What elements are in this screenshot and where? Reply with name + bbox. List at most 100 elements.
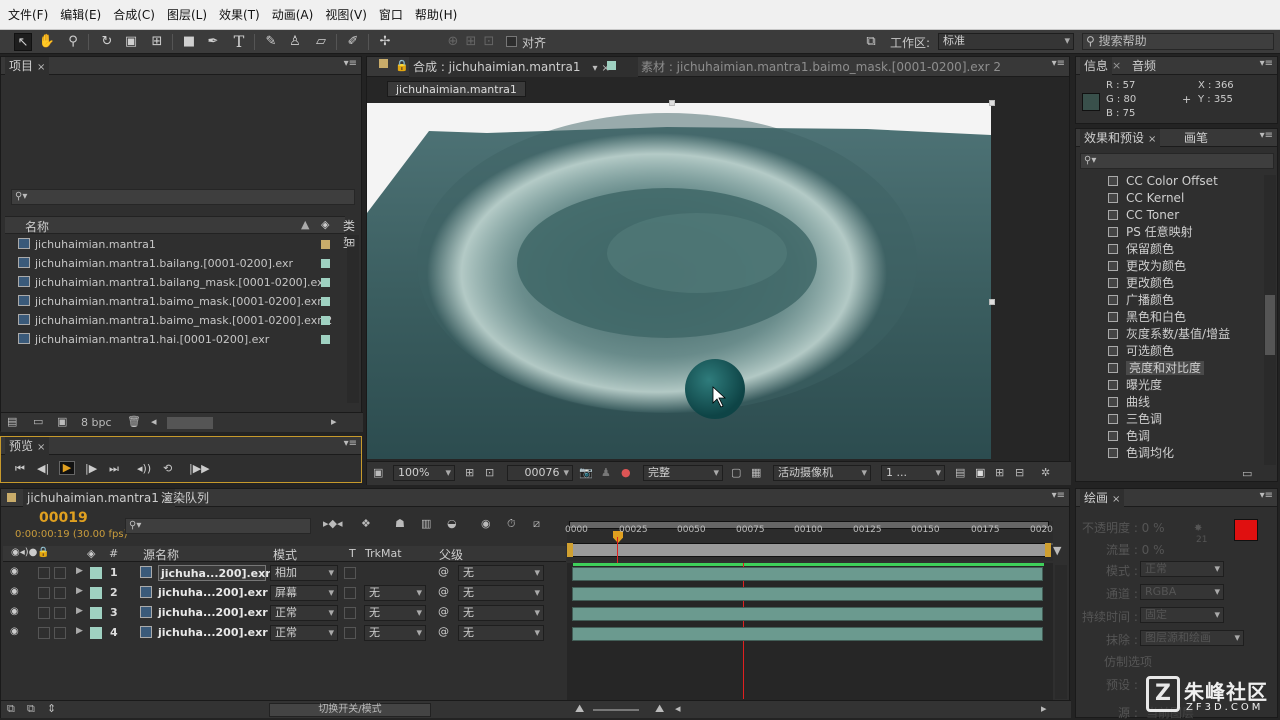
parent-select[interactable]: 无 xyxy=(458,565,544,581)
panel-menu-icon[interactable]: ▾≡ xyxy=(1260,490,1273,501)
panel-menu-icon[interactable]: ▾≡ xyxy=(1260,130,1273,141)
prev-frame-icon[interactable]: ◀| xyxy=(37,462,49,475)
label-color-swatch[interactable] xyxy=(321,335,330,344)
axis-view-icon[interactable]: ⊡ xyxy=(480,33,498,51)
flowchart-icon[interactable]: ⊟ xyxy=(1015,466,1024,479)
frame-blend-icon[interactable]: ▥ xyxy=(421,517,431,530)
menu-effect[interactable]: 效果(T) xyxy=(215,6,264,23)
trash-icon[interactable]: 🗑 xyxy=(127,415,141,428)
work-area-range[interactable] xyxy=(569,543,1049,557)
layer-name[interactable]: jichuha...200].exr xyxy=(158,605,268,621)
next-frame-icon[interactable]: |▶ xyxy=(85,462,97,475)
column-t[interactable]: T xyxy=(349,547,356,560)
audio-icon[interactable]: ◂)) xyxy=(137,462,151,475)
close-icon[interactable]: × xyxy=(1148,134,1156,145)
project-item[interactable]: jichuhaimian.mantra1.hai.[0001-0200].exr xyxy=(18,330,344,349)
column-trkmat[interactable]: TrkMat xyxy=(365,547,402,560)
layer-mode-select[interactable]: 相加 xyxy=(270,565,338,581)
snapshot-icon[interactable]: 📷 xyxy=(579,466,593,479)
scroll-left-icon[interactable]: ◂ xyxy=(675,702,681,715)
zoom-slider[interactable] xyxy=(593,709,639,711)
parent-select[interactable]: 无 xyxy=(458,585,544,601)
label-color-swatch[interactable] xyxy=(90,587,102,599)
comp-dropdown-icon[interactable]: ▾ xyxy=(593,63,598,74)
transparency-grid-icon[interactable]: ▦ xyxy=(751,466,761,479)
label-color-swatch[interactable] xyxy=(321,278,330,287)
panel-menu-icon[interactable]: ▾≡ xyxy=(344,438,357,449)
paint-channel-select[interactable]: RGBA xyxy=(1140,584,1224,600)
preserve-transparency-toggle[interactable] xyxy=(344,567,356,579)
pick-whip-icon[interactable]: @ xyxy=(438,625,449,638)
new-comp-icon[interactable]: ▣ xyxy=(57,415,67,428)
timecode-display[interactable]: 00019 xyxy=(39,510,88,526)
eraser-tool-icon[interactable]: ▱ xyxy=(312,33,330,51)
layer-name[interactable]: jichuha...200].exr xyxy=(158,585,268,601)
scroll-right-icon[interactable]: ▸ xyxy=(1041,702,1047,715)
puppet-tool-icon[interactable]: ✢ xyxy=(376,33,394,51)
layer-name[interactable]: jichuha...200].exr xyxy=(158,565,271,581)
eye-icon[interactable]: ◉ xyxy=(10,626,19,637)
label-color-swatch[interactable] xyxy=(321,240,330,249)
view-layout-select[interactable]: 1 ... xyxy=(881,465,945,481)
label-color-swatch[interactable] xyxy=(90,627,102,639)
text-tool-icon[interactable]: T xyxy=(230,33,248,51)
column-source-name[interactable]: 源名称 xyxy=(143,546,179,563)
tab-timeline-comp[interactable]: jichuhaimian.mantra1 × xyxy=(23,489,176,507)
scroll-thumb[interactable] xyxy=(1265,295,1275,355)
preserve-transparency-toggle[interactable] xyxy=(344,627,356,639)
effects-scrollbar[interactable] xyxy=(1264,175,1276,465)
graph-editor-icon[interactable]: ⧄ xyxy=(533,517,540,531)
layer-duration-bar[interactable] xyxy=(572,607,1043,621)
loop-icon[interactable]: ⟲ xyxy=(163,462,172,475)
transform-handle[interactable] xyxy=(989,299,995,305)
transform-handle[interactable] xyxy=(669,100,675,106)
paint-mode-select[interactable]: 正常 xyxy=(1140,561,1224,577)
first-frame-icon[interactable]: ⏮ xyxy=(15,462,25,476)
safe-area-icon[interactable]: ⊡ xyxy=(485,466,494,479)
panel-menu-icon[interactable]: ▾≡ xyxy=(1052,58,1065,69)
layer-row[interactable]: ◉ ▶ 1 jichuha...200].exr相加 @ 无 xyxy=(2,563,565,583)
close-icon[interactable]: × xyxy=(1112,494,1120,505)
timeline-v-scrollbar[interactable] xyxy=(1055,565,1067,699)
align-checkbox[interactable] xyxy=(506,36,517,47)
effect-item[interactable]: 三色调 xyxy=(1108,411,1162,428)
close-icon[interactable]: × xyxy=(1112,59,1121,72)
tab-paint[interactable]: 绘画 × xyxy=(1080,489,1125,507)
comp-subtab[interactable]: jichuhaimian.mantra1 xyxy=(387,81,526,97)
shy-icon[interactable]: ☗ xyxy=(395,517,405,530)
paint-erase-select[interactable]: 图层源和绘画 xyxy=(1140,630,1244,646)
transform-handle[interactable] xyxy=(989,100,995,106)
eye-icon[interactable]: ◉ xyxy=(10,566,19,577)
pick-whip-icon[interactable]: @ xyxy=(438,585,449,598)
tab-footage[interactable]: 素材 : jichuhaimian.mantra1.baimo_mask.[00… xyxy=(637,57,1005,77)
tab-project[interactable]: 项目 × xyxy=(5,57,50,75)
panel-menu-icon[interactable]: ▾≡ xyxy=(1260,58,1273,69)
menu-edit[interactable]: 编辑(E) xyxy=(56,6,105,23)
tab-audio[interactable]: 音频 xyxy=(1128,57,1160,75)
lock-toggle[interactable] xyxy=(54,567,66,579)
axis-local-icon[interactable]: ⊕ xyxy=(444,33,462,51)
channel-icon[interactable]: ● xyxy=(621,466,631,479)
selection-tool-icon[interactable]: ↖ xyxy=(14,33,32,51)
show-snapshot-icon[interactable]: ♟ xyxy=(601,466,611,479)
menu-layer[interactable]: 图层(L) xyxy=(163,6,211,23)
trkmat-select[interactable]: 无 xyxy=(364,605,426,621)
layer-name[interactable]: jichuha...200].exr xyxy=(158,625,268,641)
column-mode[interactable]: 模式 xyxy=(273,546,297,563)
camera-select[interactable]: 活动摄像机 xyxy=(773,465,871,481)
toggle-switches-modes-button[interactable]: 切换开关/模式 xyxy=(269,703,431,717)
fit-icon[interactable]: ⊞ xyxy=(465,466,474,479)
resolution-select[interactable]: 完整 xyxy=(643,465,723,481)
eye-icon[interactable]: ◉ xyxy=(10,586,19,597)
close-icon[interactable]: × xyxy=(37,442,45,453)
project-item[interactable]: jichuhaimian.mantra1.bailang.[0001-0200]… xyxy=(18,254,344,273)
trkmat-select[interactable]: 无 xyxy=(364,585,426,601)
effect-item[interactable]: 黑色和白色 xyxy=(1108,309,1186,326)
last-frame-icon[interactable]: ⏭ xyxy=(109,462,119,476)
effect-item[interactable]: PS 任意映射 xyxy=(1108,224,1193,241)
search-help-input[interactable]: ⚲ 搜索帮助 xyxy=(1082,33,1274,50)
workspace-select[interactable]: 标准 xyxy=(938,33,1074,50)
in-out-icon[interactable]: ⇕ xyxy=(47,702,56,715)
solo-toggle[interactable] xyxy=(38,627,50,639)
preserve-transparency-toggle[interactable] xyxy=(344,607,356,619)
